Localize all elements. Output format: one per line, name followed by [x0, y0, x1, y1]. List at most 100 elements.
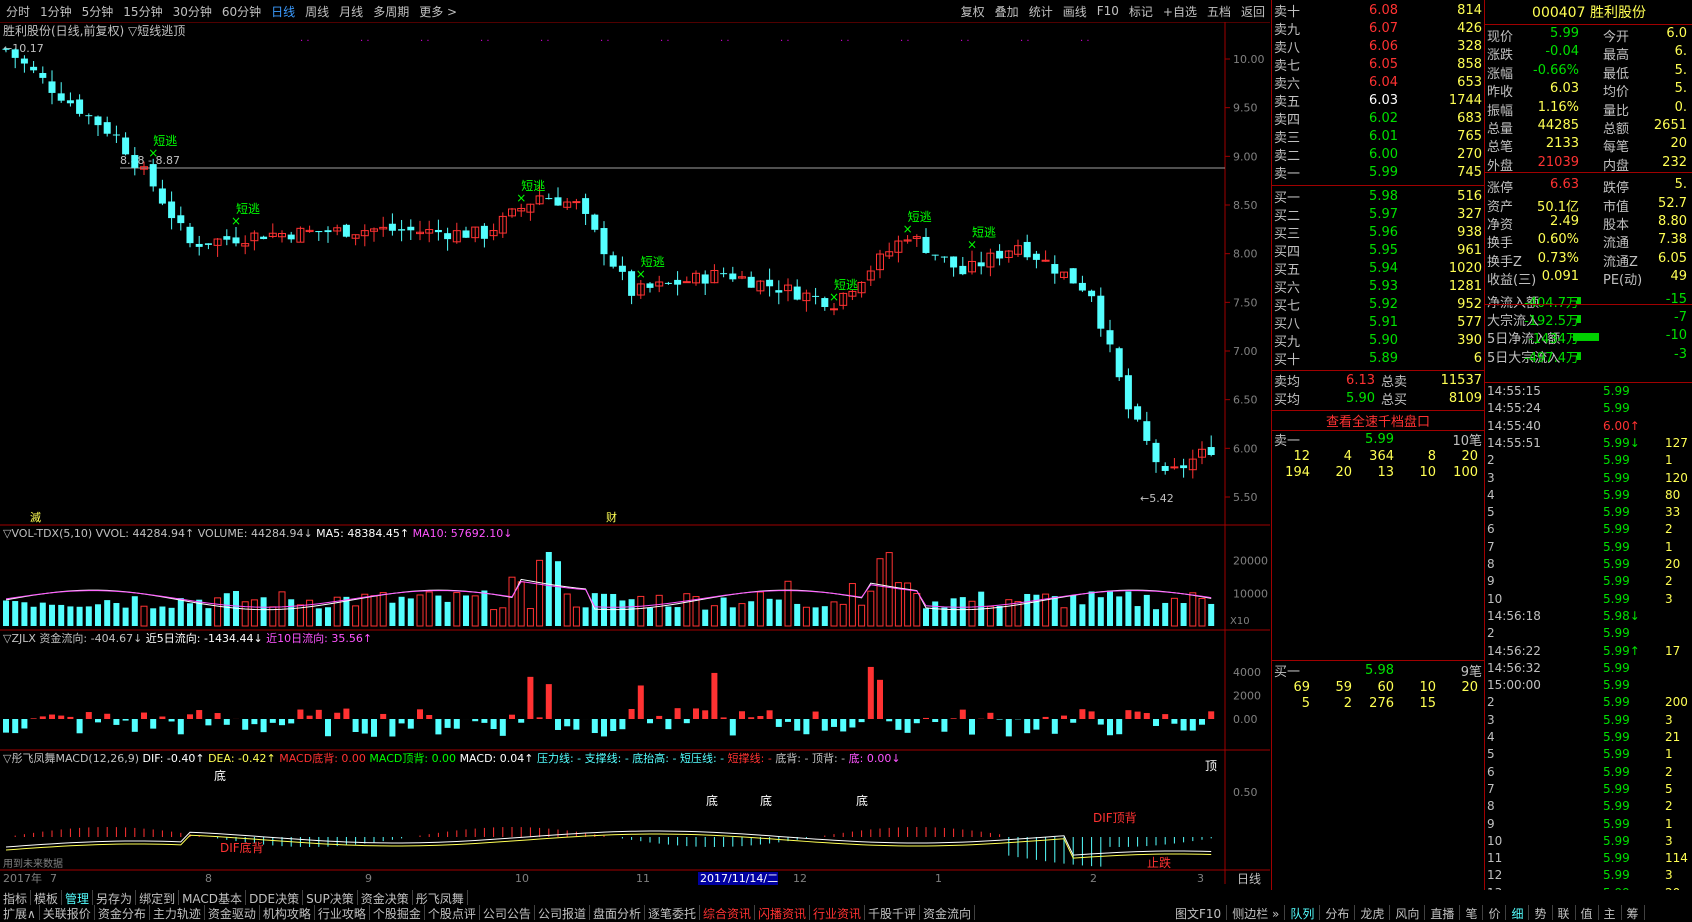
volume-bar: [638, 596, 644, 626]
period-tab[interactable]: 5分钟: [82, 3, 114, 20]
info-tab[interactable]: 个股掘金: [370, 905, 425, 920]
info-tab[interactable]: 机构攻略: [260, 905, 315, 920]
period-tab[interactable]: 15分钟: [123, 3, 162, 20]
ask-row[interactable]: 卖五6.031744: [1272, 92, 1482, 110]
full-depth-link[interactable]: 查看全速千档盘口: [1272, 411, 1484, 430]
info-tab[interactable]: 行业攻略: [315, 905, 370, 920]
side-tab[interactable]: 势: [1529, 905, 1552, 920]
volume-bar: [509, 577, 515, 626]
info-tab[interactable]: 主力轨迹: [150, 905, 205, 920]
side-tab[interactable]: 直播: [1425, 905, 1460, 920]
info-tab[interactable]: 公司公告: [480, 905, 535, 920]
period-tab[interactable]: 月线: [339, 3, 363, 20]
period-tab[interactable]: 日线: [271, 3, 295, 20]
volume-bar: [1052, 596, 1058, 626]
bid-row[interactable]: 买四5.95961: [1272, 242, 1482, 260]
ask-row[interactable]: 卖一5.99745: [1272, 164, 1482, 182]
info-tab[interactable]: 个股点评: [425, 905, 480, 920]
chart-tool-button[interactable]: 统计: [1024, 3, 1058, 20]
indicator-tab[interactable]: DDE决策: [246, 890, 303, 905]
indicator-tab[interactable]: 彤飞凤舞: [413, 890, 468, 905]
bid-row[interactable]: 买二5.97327: [1272, 206, 1482, 224]
info-tab[interactable]: 闪播资讯: [755, 905, 810, 920]
indicator-tab[interactable]: 另存为: [93, 890, 136, 905]
volume-bar: [491, 610, 497, 626]
ask-row[interactable]: 卖三6.01765: [1272, 128, 1482, 146]
bid-row[interactable]: 买一5.98516: [1272, 188, 1482, 206]
side-tab[interactable]: 图文F10: [1170, 905, 1227, 920]
info-tab[interactable]: 资金分布: [95, 905, 150, 920]
info-tab[interactable]: 千股千评: [865, 905, 920, 920]
chart-tool-button[interactable]: 标记: [1124, 3, 1158, 20]
chart-tool-button[interactable]: F10: [1092, 4, 1124, 18]
side-tab[interactable]: 队列: [1285, 905, 1320, 920]
period-tab[interactable]: 周线: [305, 3, 329, 20]
indicator-tab[interactable]: 绑定到: [136, 890, 179, 905]
info-tab[interactable]: 扩展∧: [0, 905, 40, 920]
side-tab[interactable]: 主: [1599, 905, 1622, 920]
period-tab[interactable]: 更多 >: [419, 3, 457, 20]
side-tab[interactable]: 侧边栏 »: [1227, 905, 1285, 920]
quote-value: -0.04: [1545, 44, 1579, 59]
ask-row[interactable]: 卖八6.06328: [1272, 38, 1482, 56]
ask-row[interactable]: 卖九6.07426: [1272, 20, 1482, 38]
bid-row[interactable]: 买三5.96938: [1272, 224, 1482, 242]
side-tab[interactable]: 筹: [1622, 905, 1645, 920]
tick-price: 5.99↓: [1603, 436, 1640, 450]
side-tab[interactable]: 龙虎: [1355, 905, 1390, 920]
side-tab[interactable]: 值: [1576, 905, 1599, 920]
info-tab[interactable]: 关联报价: [40, 905, 95, 920]
info-tab[interactable]: 盘面分析: [590, 905, 645, 920]
period-tab[interactable]: 30分钟: [173, 3, 212, 20]
info-tab[interactable]: 资金驱动: [205, 905, 260, 920]
chart-tool-button[interactable]: 画线: [1058, 3, 1092, 20]
period-tab[interactable]: 分时: [6, 3, 30, 20]
chart-tool-button[interactable]: 复权: [956, 3, 990, 20]
chart-area[interactable]: 胜利股份(日线,前复权) ▽短线逃顶←10.1710.009.509.008.5…: [0, 22, 1270, 890]
side-tab[interactable]: 细: [1506, 905, 1529, 920]
queue-cell: 69: [1272, 680, 1310, 695]
indicator-tab[interactable]: 资金决策: [358, 890, 413, 905]
info-tab[interactable]: 公司报道: [535, 905, 590, 920]
ask-row[interactable]: 卖二6.00270: [1272, 146, 1482, 164]
chart-tool-button[interactable]: 叠加: [990, 3, 1024, 20]
chart-tool-button[interactable]: +自选: [1158, 3, 1202, 20]
ask-row[interactable]: 卖七6.05858: [1272, 56, 1482, 74]
indicator-tab[interactable]: 指标: [0, 890, 31, 905]
side-tab[interactable]: 风向: [1390, 905, 1425, 920]
bid-row[interactable]: 买七5.92952: [1272, 296, 1482, 314]
zjlx-bar: [215, 713, 221, 719]
bid-row[interactable]: 买八5.91577: [1272, 314, 1482, 332]
ask-row[interactable]: 卖六6.04653: [1272, 74, 1482, 92]
ask-row[interactable]: 卖十6.08814: [1272, 2, 1482, 20]
ask-row[interactable]: 卖四6.02683: [1272, 110, 1482, 128]
indicator-tab[interactable]: 管理: [62, 890, 93, 905]
info-tab[interactable]: 逐笔委托: [645, 905, 700, 920]
quote-row: 总量44285总额2651: [1485, 118, 1675, 136]
indicator-tab[interactable]: SUP决策: [303, 890, 358, 905]
info-tab[interactable]: 资金流向: [920, 905, 975, 920]
side-tab[interactable]: 价: [1483, 905, 1506, 920]
side-tab[interactable]: 联: [1553, 905, 1576, 920]
chart-tool-button[interactable]: 返回: [1236, 3, 1270, 20]
macd-header: ▽彤飞凤舞MACD(12,26,9) DIF: -0.40↑ DEA: -0.4…: [3, 751, 901, 765]
tick-time: 10: [1487, 834, 1502, 848]
period-tab[interactable]: 多周期: [373, 3, 409, 20]
side-tab[interactable]: 笔: [1460, 905, 1483, 920]
candle-body: [766, 280, 773, 286]
bid-row[interactable]: 买九5.90390: [1272, 332, 1482, 350]
zjlx-bar: [849, 719, 855, 727]
indicator-tab[interactable]: MACD基本: [179, 890, 246, 905]
bid-row[interactable]: 买六5.931281: [1272, 278, 1482, 296]
side-tab[interactable]: 分布: [1320, 905, 1355, 920]
period-tab[interactable]: 1分钟: [40, 3, 72, 20]
info-tab[interactable]: 综合资讯: [700, 905, 755, 920]
bid-label: 买一: [1272, 187, 1338, 206]
bid-row[interactable]: 买十5.896: [1272, 350, 1482, 368]
chart-tool-button[interactable]: 五档: [1202, 3, 1236, 20]
info-tab[interactable]: 行业资讯: [810, 905, 865, 920]
bid-row[interactable]: 买五5.941020: [1272, 260, 1482, 278]
indicator-tab[interactable]: 模板: [31, 890, 62, 905]
escape-marker: ×: [148, 146, 158, 160]
period-tab[interactable]: 60分钟: [222, 3, 261, 20]
